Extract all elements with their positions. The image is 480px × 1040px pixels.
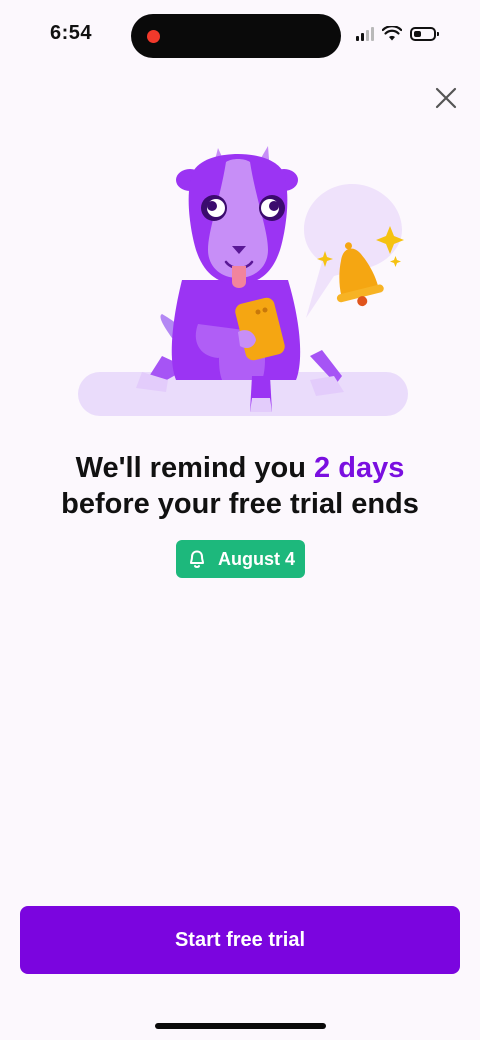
wifi-icon — [382, 26, 402, 41]
status-icons — [356, 26, 439, 41]
close-button[interactable] — [428, 80, 464, 116]
reminder-headline: We'll remind you 2 days before your free … — [0, 450, 480, 522]
close-icon — [435, 87, 457, 109]
headline-line2: before your free trial ends — [61, 488, 419, 520]
bell-icon — [189, 550, 204, 568]
reminder-date-badge: August 4 — [176, 540, 305, 578]
headline-prefix: We'll remind you — [75, 452, 315, 484]
status-bar: 6:54 — [0, 0, 480, 72]
headline-highlight: 2 days — [314, 452, 405, 484]
dynamic-island — [131, 14, 341, 58]
goat-mascot-illustration — [78, 146, 408, 416]
recording-indicator-icon — [147, 30, 160, 43]
battery-icon — [410, 26, 439, 41]
reminder-date: August 4 — [217, 548, 295, 569]
start-free-trial-button[interactable]: Start free trial — [20, 906, 460, 974]
home-indicator[interactable] — [155, 1023, 326, 1029]
status-time: 6:54 — [50, 22, 93, 44]
cellular-signal-icon — [356, 26, 374, 41]
